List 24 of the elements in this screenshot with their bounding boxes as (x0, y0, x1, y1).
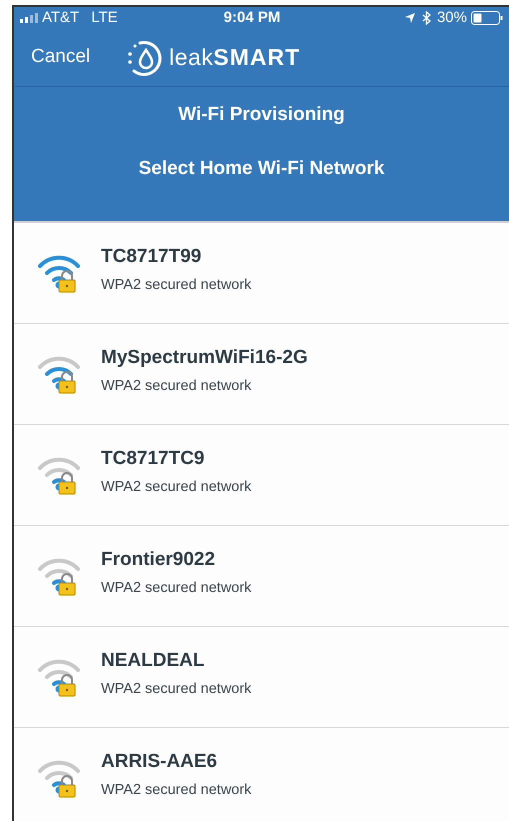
carrier-label: AT&T (42, 8, 80, 28)
battery-icon (471, 11, 503, 25)
bluetooth-icon (422, 11, 431, 25)
network-name: MySpectrumWiFi16-2G (101, 346, 308, 370)
page-subtitle: Select Home Wi-Fi Network (138, 156, 384, 180)
network-security: WPA2 secured network (101, 579, 252, 598)
network-name: ARRIS-AAE6 (101, 750, 218, 774)
network-security: WPA2 secured network (101, 680, 252, 700)
network-name: TC8717TC9 (101, 446, 206, 471)
network-name: Frontier9022 (101, 548, 216, 572)
page-title: Wi-Fi Provisioning (178, 103, 345, 127)
network-security: WPA2 secured network (101, 478, 252, 498)
network-security: WPA2 secured network (101, 276, 252, 296)
location-arrow-icon (404, 12, 416, 24)
network-name: TC8717T99 (101, 244, 202, 269)
cancel-button[interactable]: Cancel (31, 43, 90, 72)
network-security: WPA2 secured network (101, 781, 252, 800)
cellular-signal-icon (20, 13, 40, 23)
status-time: 9:04 PM (224, 8, 280, 28)
network-security: WPA2 secured network (101, 377, 252, 396)
network-type-label: LTE (91, 8, 118, 28)
network-name: NEALDEAL (101, 648, 206, 673)
battery-percent: 30% (436, 8, 467, 28)
leaksmart-logo-text: leakSMART (169, 43, 300, 72)
